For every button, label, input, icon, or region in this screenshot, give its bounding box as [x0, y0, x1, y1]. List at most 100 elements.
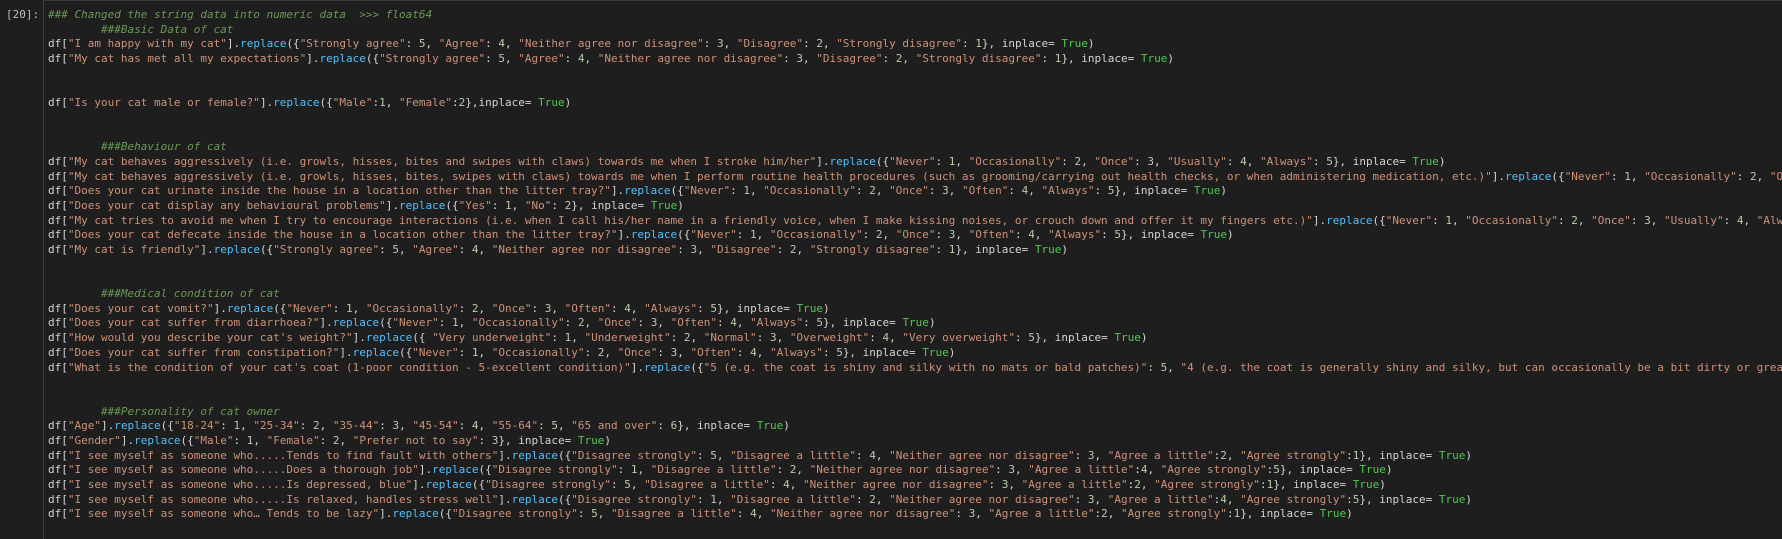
- code-token: "Occasionally": [472, 316, 565, 329]
- code-token: "5 (e.g. the coat is shiny and silky wit…: [704, 361, 1148, 374]
- code-line[interactable]: df["My cat behaves aggressively (i.e. gr…: [48, 155, 1782, 170]
- code-token: ,: [757, 507, 770, 520]
- code-token: 2: [816, 37, 823, 50]
- code-token: ,: [320, 419, 333, 432]
- code-token: "Disagree a little": [611, 507, 737, 520]
- code-token: :: [803, 37, 816, 50]
- code-token: :: [1611, 170, 1624, 183]
- code-token: ({: [180, 434, 193, 447]
- code-line[interactable]: df["Gender"].replace({"Male": 1, "Female…: [48, 434, 1782, 449]
- code-token: :: [936, 243, 949, 256]
- code-line[interactable]: [48, 272, 1782, 287]
- code-token: :: [439, 316, 452, 329]
- code-editor[interactable]: ### Changed the string data into numeric…: [43, 0, 1782, 539]
- code-line[interactable]: df["I am happy with my cat"].replace({"S…: [48, 37, 1782, 52]
- code-line[interactable]: df["My cat has met all my expectations"]…: [48, 52, 1782, 67]
- code-line[interactable]: df["I see myself as someone who… Tends t…: [48, 507, 1782, 522]
- code-token: "Always": [1757, 214, 1782, 227]
- code-token: 2: [869, 493, 876, 506]
- code-token: "Neither agree nor disagree": [803, 478, 988, 491]
- code-line[interactable]: df["Age"].replace({"18-24": 1, "25-34": …: [48, 419, 1782, 434]
- code-token: :: [485, 37, 498, 50]
- code-token: ): [1379, 478, 1386, 491]
- code-line[interactable]: df["Does your cat defecate inside the ho…: [48, 228, 1782, 243]
- code-line[interactable]: ### Changed the string data into numeric…: [48, 8, 1782, 23]
- code-token: "Agree a little": [1028, 463, 1134, 476]
- code-line[interactable]: df["I see myself as someone who.....Is d…: [48, 478, 1782, 493]
- code-token: :: [936, 228, 949, 241]
- code-token: "Once": [1591, 214, 1631, 227]
- code-line[interactable]: df["My cat tries to avoid me when I try …: [48, 214, 1782, 229]
- code-token: ].: [379, 507, 392, 520]
- code-token: ({: [399, 346, 412, 359]
- code-token: df[: [48, 478, 68, 491]
- code-token: 2: [1101, 507, 1108, 520]
- code-line[interactable]: df["I see myself as someone who.....Does…: [48, 463, 1782, 478]
- code-line[interactable]: [48, 258, 1782, 273]
- code-line[interactable]: df["What is the condition of your cat's …: [48, 361, 1782, 376]
- notebook-code-cell[interactable]: [20]: ### Changed the string data into n…: [0, 0, 1782, 538]
- code-line[interactable]: df["I see myself as someone who.....Is r…: [48, 493, 1782, 508]
- code-token: ({: [1373, 214, 1386, 227]
- code-line[interactable]: df["Does your cat suffer from constipati…: [48, 346, 1782, 361]
- code-line[interactable]: ###Personality of cat owner: [48, 405, 1782, 420]
- code-token: "Often": [969, 228, 1015, 241]
- code-token: }, inplace=: [717, 302, 796, 315]
- code-line[interactable]: df["Does your cat vomit?"].replace({"Nev…: [48, 302, 1782, 317]
- code-line[interactable]: ###Basic Data of cat: [48, 23, 1782, 38]
- code-token: ,: [584, 52, 597, 65]
- code-token: :: [783, 52, 796, 65]
- code-token: ###Medical condition of cat: [48, 287, 280, 300]
- code-token: "Agree": [412, 243, 458, 256]
- code-token: :: [1737, 170, 1750, 183]
- code-token: 1: [452, 316, 459, 329]
- code-token: ,: [757, 228, 770, 241]
- code-line[interactable]: df["My cat is friendly"].replace({"Stron…: [48, 243, 1782, 258]
- code-line[interactable]: [48, 126, 1782, 141]
- code-line[interactable]: [48, 390, 1782, 405]
- code-token: "Never": [889, 155, 935, 168]
- code-line[interactable]: df["Does your cat display any behavioura…: [48, 199, 1782, 214]
- code-token: :: [697, 302, 710, 315]
- code-token: "Male": [194, 434, 234, 447]
- code-token: ,: [1081, 155, 1094, 168]
- code-line[interactable]: [48, 81, 1782, 96]
- code-token: :: [657, 346, 670, 359]
- code-line[interactable]: df["Does your cat urinate inside the hou…: [48, 184, 1782, 199]
- code-token: :: [863, 228, 876, 241]
- code-line[interactable]: ###Behaviour of cat: [48, 140, 1782, 155]
- code-token: 1: [975, 37, 982, 50]
- code-token: "Strongly disagree": [916, 52, 1042, 65]
- code-token: "Does your cat suffer from constipation?…: [68, 346, 340, 359]
- code-token: ): [949, 346, 956, 359]
- code-token: :: [1313, 155, 1326, 168]
- code-token: "Often": [671, 316, 717, 329]
- code-line[interactable]: ###Medical condition of cat: [48, 287, 1782, 302]
- code-token: }, inplace=: [1121, 228, 1200, 241]
- code-line[interactable]: [48, 111, 1782, 126]
- code-line[interactable]: df["My cat behaves aggressively (i.e. gr…: [48, 170, 1782, 185]
- code-line[interactable]: [48, 375, 1782, 390]
- code-line[interactable]: df["Does your cat suffer from diarrhoea?…: [48, 316, 1782, 331]
- code-token: 1: [710, 493, 717, 506]
- code-line[interactable]: df["Is your cat male or female?"].replac…: [48, 96, 1782, 111]
- code-token: ): [929, 316, 936, 329]
- code-token: replace: [114, 419, 160, 432]
- code-token: :: [737, 228, 750, 241]
- code-line[interactable]: df["I see myself as someone who.....Tend…: [48, 449, 1782, 464]
- code-token: :: [565, 52, 578, 65]
- code-token: 4: [1240, 155, 1247, 168]
- code-token: ): [1141, 331, 1148, 344]
- code-token: df[: [48, 316, 68, 329]
- code-token: 4: [783, 478, 790, 491]
- code-token: :: [538, 419, 551, 432]
- code-token: ].: [320, 316, 333, 329]
- code-token: }, inplace=: [955, 243, 1034, 256]
- code-token: replace: [333, 316, 379, 329]
- code-token: ({: [366, 52, 379, 65]
- code-line[interactable]: [48, 67, 1782, 82]
- code-token: ,: [353, 302, 366, 315]
- code-line[interactable]: df["How would you describe your cat's we…: [48, 331, 1782, 346]
- code-token: }, inplace=: [1061, 52, 1140, 65]
- code-token: ,: [796, 463, 809, 476]
